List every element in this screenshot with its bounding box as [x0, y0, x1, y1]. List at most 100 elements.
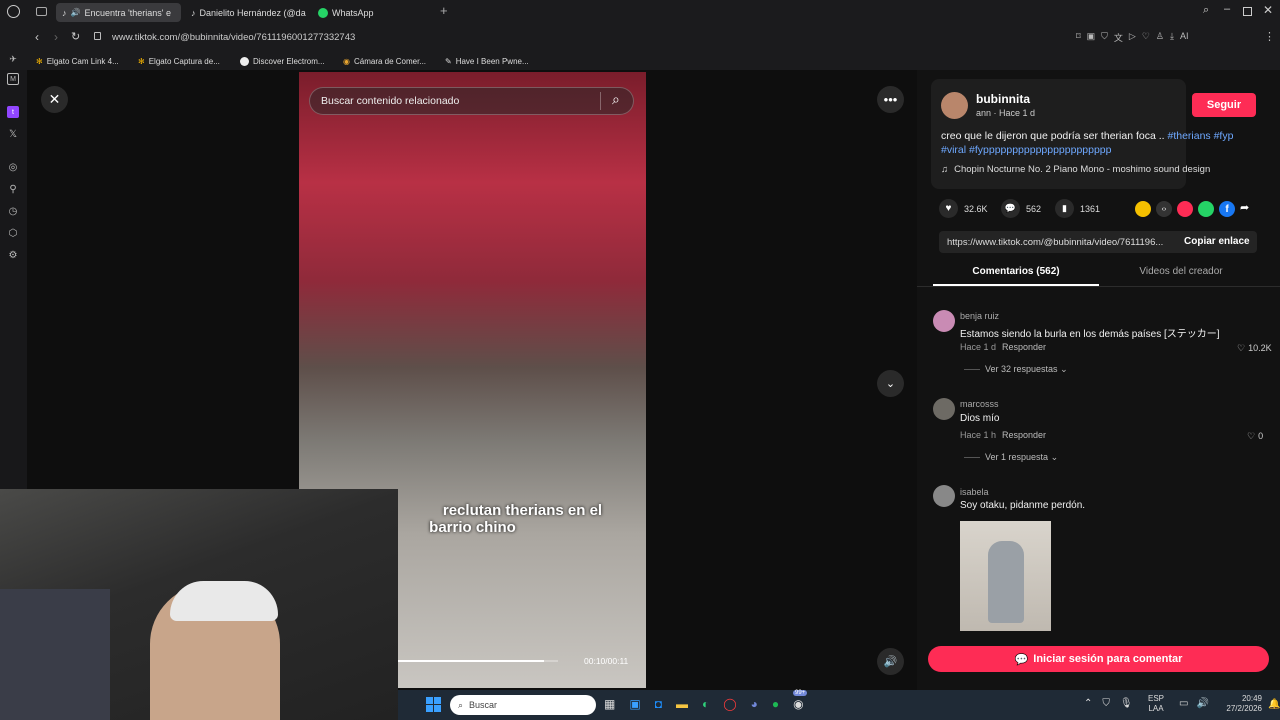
bookmark-item[interactable]: ✎ Have I Been Pwne...: [445, 52, 529, 70]
bookmark-item[interactable]: ✻ Elgato Captura de...: [138, 52, 220, 70]
file-explorer-icon[interactable]: ▬: [676, 697, 688, 711]
player-icon[interactable]: ◎: [7, 161, 19, 173]
share-icons: ‹› f ➦: [1135, 201, 1256, 217]
whatsapp-icon[interactable]: [1198, 201, 1214, 217]
comment-author[interactable]: isabela: [960, 487, 989, 497]
send-icon[interactable]: [1177, 201, 1193, 217]
volume-icon[interactable]: 🔊: [1196, 698, 1208, 709]
view-replies-button[interactable]: Ver 32 respuestas ⌄: [985, 364, 1068, 375]
username[interactable]: bubinnita: [976, 92, 1030, 106]
avatar[interactable]: [933, 485, 955, 507]
translate-icon[interactable]: 文: [1114, 31, 1123, 43]
tab-tiktok-active[interactable]: ♪ 🔊 Encuentra 'therians' e: [56, 3, 181, 22]
like-stat[interactable]: ♥ 32.6K: [939, 199, 988, 218]
avatar[interactable]: [941, 92, 968, 119]
post-description: creo que le dijeron que podría ser theri…: [941, 129, 1261, 157]
comment-like[interactable]: ♡ 10.2K: [1237, 343, 1272, 354]
related-search-box[interactable]: Buscar contenido relacionado ⌕: [309, 87, 634, 115]
next-video-button[interactable]: ⌄: [877, 370, 904, 397]
shield-icon[interactable]: ⛉: [1101, 31, 1108, 43]
comment-author[interactable]: marcosss: [960, 399, 999, 409]
menu-dots-icon[interactable]: ⋮: [1264, 30, 1275, 43]
comment-sticker-image[interactable]: [960, 521, 1051, 631]
discord-icon[interactable]: ◕: [751, 697, 758, 711]
windows-start-icon[interactable]: [426, 697, 441, 712]
embed-icon[interactable]: ‹›: [1156, 201, 1172, 217]
profile-icon[interactable]: ♙: [1156, 31, 1164, 43]
volume-button[interactable]: 🔊: [877, 648, 904, 675]
comment-stat[interactable]: 💬 562: [1001, 199, 1041, 218]
comment-like[interactable]: ♡ 0: [1247, 431, 1263, 442]
coin-icon[interactable]: [1135, 201, 1151, 217]
ai-label[interactable]: AI: [1180, 31, 1189, 43]
forward-icon[interactable]: ›: [54, 30, 58, 44]
extensions-icon[interactable]: ⬡: [7, 227, 19, 239]
snapshot-icon[interactable]: ▣: [1087, 31, 1096, 43]
tab-creator-videos[interactable]: Videos del creador: [1098, 266, 1264, 277]
more-options-button[interactable]: •••: [877, 86, 904, 113]
outlook-icon[interactable]: ◘: [655, 697, 662, 711]
x-icon[interactable]: 𝕏: [7, 128, 19, 140]
login-to-comment-button[interactable]: 💬 Iniciar sesión para comentar: [928, 646, 1269, 672]
search-icon[interactable]: ⌕: [612, 91, 620, 108]
minimize-icon[interactable]: –: [1224, 3, 1230, 15]
maximize-icon[interactable]: [1243, 7, 1252, 16]
share-arrow-icon[interactable]: ➦: [1240, 201, 1256, 217]
comment-author[interactable]: benja ruiz: [960, 311, 999, 321]
music-row[interactable]: ♫ Chopin Nocturne No. 2 Piano Mono - mos…: [941, 164, 1210, 175]
search-tabs-icon[interactable]: ⌕: [1203, 4, 1209, 17]
avatar[interactable]: [933, 310, 955, 332]
clock[interactable]: 20:49 27/2/2026: [1224, 694, 1262, 714]
reload-icon[interactable]: ↻: [71, 30, 80, 43]
post-link[interactable]: https://www.tiktok.com/@bubinnita/video/…: [947, 237, 1171, 248]
avatar[interactable]: [933, 398, 955, 420]
hashtags[interactable]: #therians #fyp: [1167, 130, 1233, 142]
tab-tiktok[interactable]: ♪ Danielito Hernández (@da: [185, 3, 307, 22]
store-icon[interactable]: ▣: [629, 697, 640, 711]
settings-icon[interactable]: ⚙: [7, 249, 19, 261]
url-field[interactable]: www.tiktok.com/@bubinnita/video/76111960…: [112, 32, 355, 43]
bookmark-item[interactable]: Discover Electrom...: [240, 52, 325, 70]
language-indicator[interactable]: ESP LAA: [1148, 694, 1164, 714]
history-icon[interactable]: ◷: [7, 205, 19, 217]
shield-icon[interactable]: ⛉: [1102, 698, 1110, 709]
bookmark-icon[interactable]: ⌑: [1076, 31, 1081, 43]
reply-button[interactable]: Responder: [1002, 342, 1046, 352]
back-icon[interactable]: ‹: [35, 30, 39, 44]
twitch-icon[interactable]: t: [7, 106, 19, 118]
pin-icon[interactable]: ⚲: [7, 183, 19, 195]
app-icon[interactable]: ◉: [793, 697, 803, 711]
heart-icon[interactable]: ♡: [1142, 31, 1150, 43]
bookmark-item[interactable]: ◉ Cámara de Comer...: [343, 52, 426, 70]
bookmarks-icon[interactable]: ✈: [7, 53, 19, 65]
tab-whatsapp[interactable]: WhatsApp: [312, 3, 432, 22]
opera-icon[interactable]: ◯: [723, 697, 736, 711]
notifications-icon[interactable]: 🔔: [1268, 699, 1280, 710]
network-icon[interactable]: ▭: [1179, 698, 1188, 709]
download-icon[interactable]: ⤓: [1170, 31, 1174, 43]
save-stat[interactable]: ▮ 1361: [1055, 199, 1100, 218]
spotify-icon[interactable]: ●: [772, 697, 779, 711]
progress-track[interactable]: [398, 660, 558, 662]
task-view-icon[interactable]: ▦: [604, 697, 615, 711]
close-video-button[interactable]: ✕: [41, 86, 68, 113]
mic-icon[interactable]: 🎙: [1120, 698, 1133, 709]
play-icon[interactable]: ▷: [1129, 31, 1136, 43]
hashtags[interactable]: #viral #fypppppppppppppppppppppp: [941, 144, 1112, 156]
workspaces-icon[interactable]: [36, 7, 47, 16]
new-tab-icon[interactable]: +: [440, 3, 448, 18]
reply-button[interactable]: Responder: [1002, 430, 1046, 440]
messenger-icon[interactable]: M: [7, 73, 19, 85]
view-replies-button[interactable]: Ver 1 respuesta ⌄: [985, 452, 1058, 463]
follow-button[interactable]: Seguir: [1192, 93, 1256, 117]
comment-text: Estamos siendo la burla en los demás paí…: [960, 329, 1220, 340]
facebook-icon[interactable]: f: [1219, 201, 1235, 217]
opera-logo-icon[interactable]: [7, 5, 20, 18]
edge-icon[interactable]: ◐: [702, 697, 709, 711]
close-window-icon[interactable]: ✕: [1263, 3, 1273, 17]
bookmark-item[interactable]: ✻ Elgato Cam Link 4...: [36, 52, 119, 70]
tab-comments[interactable]: Comentarios (562): [933, 266, 1099, 277]
chevron-up-icon[interactable]: ⌃: [1084, 698, 1092, 709]
taskbar-search[interactable]: ⌕ Buscar: [450, 695, 596, 715]
copy-link-button[interactable]: Copiar enlace: [1184, 236, 1250, 247]
